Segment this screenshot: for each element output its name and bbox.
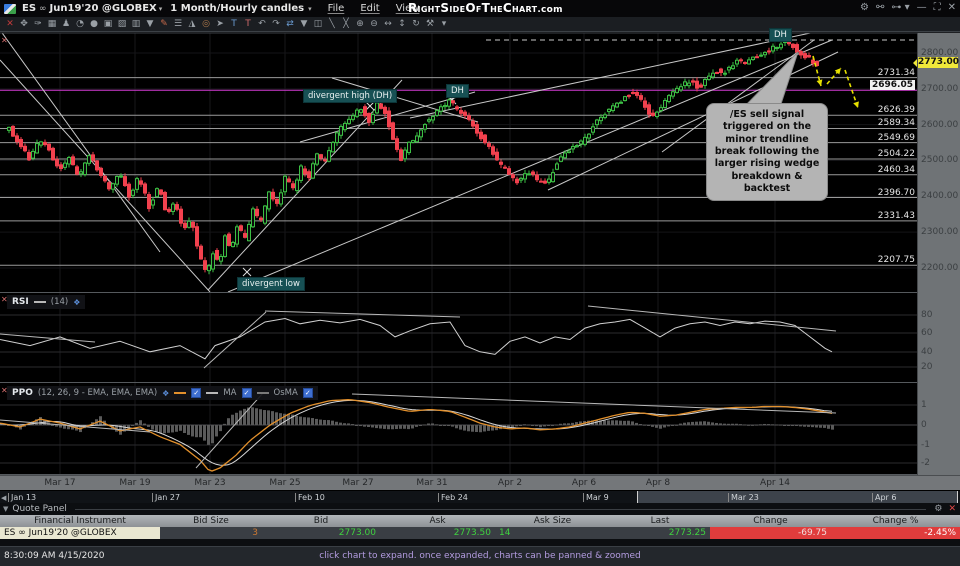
price-axis-gutter: 2800.00 2700.00 2600.00 2500.00 2400.00 2300.…: [917, 33, 960, 475]
scrollbar-date-label: Mar 23: [728, 493, 759, 502]
scrollbar-date-label: Jan 27: [152, 493, 180, 502]
ma-label: MA: [223, 388, 237, 398]
ppo-header: PPO (12, 26, 9 - EMA, EMA, EMA) ❖ ✓ MA ✓…: [7, 386, 318, 400]
price-level-label: 2207.75: [877, 255, 915, 266]
price-axis-tick: 2500.00: [921, 155, 959, 166]
price-axis-tick: 2400.00: [921, 191, 959, 202]
quote-instrument-cell[interactable]: ES ∞ Jun19'20 @GLOBEX: [0, 527, 160, 539]
indicator-axis-tick: 0: [921, 420, 927, 430]
dh-top-label: DH: [769, 28, 792, 42]
divergent-low-label: divergent low: [237, 277, 305, 291]
quote-bid-cell[interactable]: 2773.00: [262, 527, 380, 539]
quote-column-header[interactable]: Ask Size: [495, 516, 610, 526]
quote-change-pct-cell[interactable]: -2.45%: [831, 527, 960, 539]
ma-line-swatch: [206, 392, 219, 394]
price-level-label: 2626.39: [877, 105, 915, 116]
indicator-axis-tick: 80: [921, 310, 933, 320]
indicator-axis-tick: 40: [921, 347, 933, 357]
ppo-param: (12, 26, 9 - EMA, EMA, EMA): [37, 388, 158, 398]
header-rule: [74, 508, 927, 510]
quote-change-cell[interactable]: -69.75: [710, 527, 831, 539]
date-axis-label: Mar 31: [416, 478, 448, 488]
date-axis: Mar 17 Mar 19 Mar 23 Mar 25 Mar 27 Mar 31 Apr …: [0, 475, 960, 490]
indicator-axis-tick: -1: [921, 440, 930, 450]
scrollbar-date-label: Mar 9: [583, 493, 609, 502]
quote-bid-size-cell[interactable]: 3: [160, 527, 262, 539]
quote-column-header[interactable]: Last: [610, 516, 710, 526]
quote-column-headers: Financial Instrument Bid Size Bid Ask Ask Si…: [0, 515, 960, 527]
date-axis-label: Apr 8: [645, 478, 671, 488]
rsi-settings-icon[interactable]: ❖: [73, 298, 80, 307]
date-axis-label: Mar 17: [44, 478, 76, 488]
date-axis-label: Apr 14: [760, 478, 790, 488]
price-axis-tick: 2600.00: [921, 119, 959, 130]
ma-checkbox[interactable]: ✓: [241, 388, 252, 398]
collapse-icon[interactable]: ▼: [3, 505, 8, 513]
price-panel-close-icon[interactable]: ✕: [1, 37, 8, 45]
price-level-label: 2396.70: [877, 187, 915, 198]
date-axis-label: Mar 27: [342, 478, 374, 488]
scrollbar-date-label: Apr 6: [872, 493, 896, 502]
price-level-label: 2589.34: [877, 118, 915, 129]
status-hint: click chart to expand. once expanded, ch…: [319, 551, 641, 561]
ppo-checkbox[interactable]: ✓: [191, 388, 202, 398]
indicator-axis-tick: 1: [921, 400, 927, 410]
rsi-header: RSI (14) ❖: [7, 295, 86, 309]
price-level-label: 2331.43: [877, 210, 915, 221]
price-axis-tick: 2700.00: [921, 83, 959, 94]
price-axis-tick: 2200.00: [921, 262, 959, 273]
status-timestamp: 8:30:09 AM 4/15/2020: [4, 551, 105, 561]
date-axis-label: Apr 2: [497, 478, 523, 488]
rsi-param: (14): [50, 297, 69, 307]
date-axis-label: Mar 19: [119, 478, 151, 488]
scrollbar-date-label: Jan 13: [8, 493, 36, 502]
quote-column-header[interactable]: Bid Size: [160, 516, 262, 526]
quote-column-header[interactable]: Change: [710, 516, 831, 526]
quote-column-header[interactable]: Financial Instrument: [0, 516, 160, 526]
ppo-title: PPO: [12, 388, 33, 398]
price-level-label: 2504.22: [877, 148, 915, 159]
quote-column-header[interactable]: Change %: [831, 516, 960, 526]
price-axis-tick: 2300.00: [921, 227, 959, 238]
quote-last-cell[interactable]: 2773.25: [610, 527, 710, 539]
quote-panel-header: ▼ Quote Panel ⚙ ✕: [0, 503, 960, 515]
quote-panel: ▼ Quote Panel ⚙ ✕ Financial Instrument Bi…: [0, 503, 960, 546]
indicator-axis-tick: 60: [921, 328, 933, 338]
last-price-tag: 2773.00: [913, 57, 959, 68]
status-bar: 8:30:09 AM 4/15/2020 click chart to expa…: [0, 546, 960, 566]
indicator-axis-tick: 20: [921, 362, 933, 372]
quote-column-header[interactable]: Bid: [262, 516, 380, 526]
quote-settings-icon[interactable]: ⚙: [934, 504, 942, 514]
scrollbar-left-arrow-icon[interactable]: ◀: [1, 494, 6, 502]
osma-label: OsMA: [273, 388, 298, 398]
time-scrollbar[interactable]: ◀ Jan 13 Jan 27 Feb 10 Feb 24 Mar 9 Mar 23 Apr…: [0, 490, 960, 504]
osma-swatch: [256, 392, 269, 394]
date-axis-label: Apr 6: [571, 478, 597, 488]
scrollbar-date-label: Feb 24: [438, 493, 468, 502]
date-axis-label: Mar 23: [194, 478, 226, 488]
scrollbar-date-label: Feb 10: [295, 493, 325, 502]
price-level-label: 2460.34: [877, 164, 915, 175]
quote-panel-title: Quote Panel: [12, 504, 67, 514]
price-level-label: 2696.05: [870, 80, 915, 91]
ppo-settings-icon[interactable]: ❖: [162, 389, 169, 398]
dh-label: DH: [446, 84, 469, 98]
divergent-high-label: divergent high (DH): [303, 89, 398, 103]
quote-ask-size-cell[interactable]: 14: [495, 527, 610, 539]
quote-ask-cell[interactable]: 2773.50: [380, 527, 495, 539]
rsi-line-swatch: [33, 301, 46, 303]
price-level-label: 2731.34: [877, 67, 915, 78]
ppo-line-swatch: [174, 392, 187, 394]
quote-column-header[interactable]: Ask: [380, 516, 495, 526]
date-axis-label: Mar 25: [269, 478, 301, 488]
sell-signal-callout: /ES sell signal triggered on the minor t…: [706, 103, 828, 202]
price-level-label: 2549.69: [877, 132, 915, 143]
trading-app-window: ES ∞ Jun19'20 @GLOBEX ▾ 1 Month/Hourly c…: [0, 0, 960, 566]
quote-row[interactable]: ES ∞ Jun19'20 @GLOBEX 3 2773.00 2773.50 14 27…: [0, 527, 960, 539]
rsi-title: RSI: [12, 297, 29, 307]
osma-checkbox[interactable]: ✓: [302, 388, 313, 398]
quote-close-icon[interactable]: ✕: [948, 504, 956, 514]
indicator-axis-tick: -2: [921, 458, 930, 468]
